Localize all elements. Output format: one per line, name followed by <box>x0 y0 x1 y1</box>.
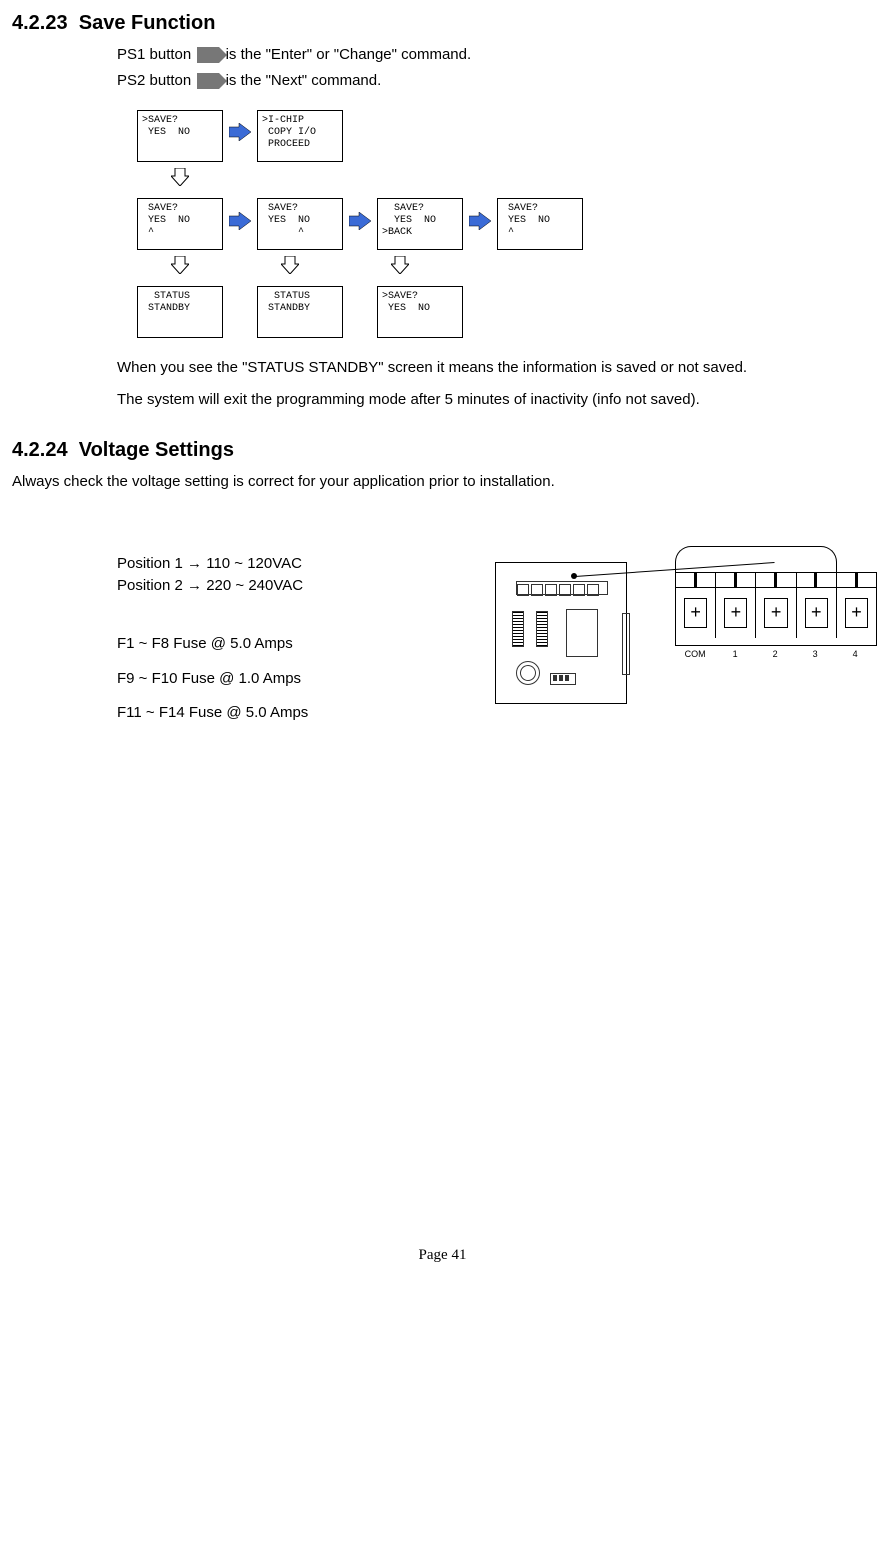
position-1: Position 1 → 110 ~ 120VAC <box>117 554 465 574</box>
screen-r3c1: STATUS STANDBY <box>137 286 223 338</box>
arrow-down-icon <box>391 256 409 280</box>
screen-r1c1: >SAVE? YES NO <box>137 110 223 162</box>
position-2: Position 2 → 220 ~ 240VAC <box>117 576 465 596</box>
ps1-post: is the "Enter" or "Change" command. <box>226 46 472 63</box>
section-title: Save Function <box>79 12 216 34</box>
fuse-line-2: F9 ~ F10 Fuse @ 1.0 Amps <box>117 669 465 689</box>
term-com: COM <box>675 648 715 660</box>
arrow-down-icon <box>281 256 299 280</box>
ps2-line: PS2 button is the "Next" command. <box>117 71 873 91</box>
section-num: 4.2.23 <box>12 12 68 34</box>
term-1: 1 <box>715 648 755 660</box>
section-heading-save: 4.2.23 Save Function <box>12 10 873 37</box>
enter-arrow-icon <box>197 47 219 63</box>
save-flowchart: >SAVE? YES NO >I-CHIP COPY I/O PROCEED S… <box>137 110 873 339</box>
ps1-pre: PS1 button <box>117 46 191 63</box>
voltage-diagram: COM 1 2 3 4 <box>495 552 873 712</box>
fuse-line-3: F11 ~ F14 Fuse @ 5.0 Amps <box>117 703 465 723</box>
screen-r2c1: SAVE? YES NO ^ <box>137 198 223 250</box>
voltage-intro: Always check the voltage setting is corr… <box>12 472 873 492</box>
save-note1: When you see the "STATUS STANDBY" screen… <box>117 358 873 378</box>
term-4: 4 <box>835 648 875 660</box>
section-num: 4.2.24 <box>12 439 68 461</box>
arrow-right-icon <box>229 212 251 236</box>
next-arrow-icon <box>197 73 219 89</box>
section-title: Voltage Settings <box>79 439 234 461</box>
arrow-right-icon <box>229 123 251 147</box>
term-3: 3 <box>795 648 835 660</box>
screen-r3c3: >SAVE? YES NO <box>377 286 463 338</box>
ps2-pre: PS2 button <box>117 72 191 89</box>
arrow-right-icon <box>349 212 371 236</box>
screen-r2c3: SAVE? YES NO >BACK <box>377 198 463 250</box>
screen-r1c2: >I-CHIP COPY I/O PROCEED <box>257 110 343 162</box>
terminal-arch <box>675 546 837 575</box>
arrow-down-icon <box>171 256 189 280</box>
screen-r2c4: SAVE? YES NO ^ <box>497 198 583 250</box>
screen-r3c2: STATUS STANDBY <box>257 286 343 338</box>
page-number: Page 41 <box>12 1245 873 1265</box>
ps1-line: PS1 button is the "Enter" or "Change" co… <box>117 45 873 65</box>
term-2: 2 <box>755 648 795 660</box>
arrow-right-icon <box>469 212 491 236</box>
fuse-line-1: F1 ~ F8 Fuse @ 5.0 Amps <box>117 634 465 654</box>
pcb-illustration <box>495 562 627 704</box>
arrow-down-icon <box>171 168 189 192</box>
save-note2: The system will exit the programming mod… <box>117 390 873 410</box>
terminal-labels: COM 1 2 3 4 <box>675 648 875 660</box>
terminal-block <box>675 572 877 646</box>
ps2-post: is the "Next" command. <box>226 72 382 89</box>
section-heading-voltage: 4.2.24 Voltage Settings <box>12 437 873 464</box>
screen-r2c2: SAVE? YES NO ^ <box>257 198 343 250</box>
